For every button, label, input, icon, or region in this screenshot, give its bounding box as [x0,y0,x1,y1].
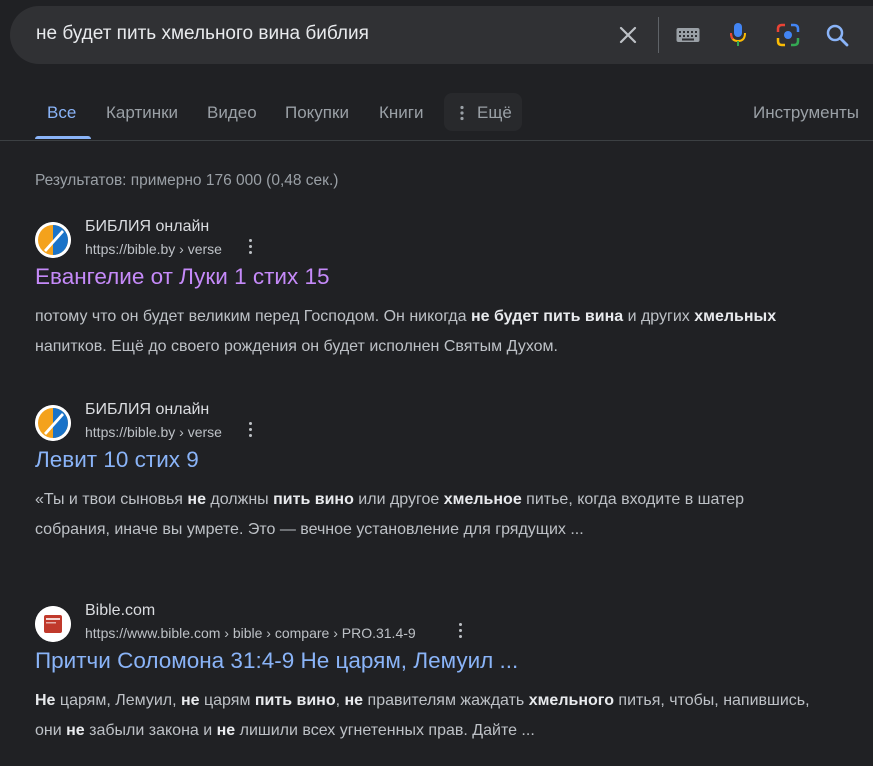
search-bar: не будет пить хмельного вина библия [10,6,873,64]
snippet-highlight: не [66,722,85,739]
search-tabs: Все Картинки Видео Покупки Книги Ещё Инс… [0,84,873,140]
result-title-link[interactable]: Левит 10 стих 9 [35,447,199,473]
tools-button[interactable]: Инструменты [753,103,859,123]
bible-by-favicon [35,222,71,258]
tab-shopping[interactable]: Покупки [285,103,349,123]
tab-images[interactable]: Картинки [106,103,178,123]
keyboard-icon[interactable] [676,23,700,47]
snippet-text: «Ты и твои сыновья [35,491,188,508]
snippet-highlight: не [344,692,364,709]
tab-all[interactable]: Все [47,103,76,123]
snippet-text: лишили всех угнетенных прав. Дайте ... [235,722,535,739]
bible-by-favicon [35,405,71,441]
google-lens-icon[interactable] [776,23,800,47]
snippet-highlight: хмельное [443,491,522,508]
snippet-text: , [335,692,345,709]
more-vert-icon[interactable] [457,623,463,643]
snippet-text: или другое [353,491,444,508]
result-snippet: «Ты и твои сыновья не должны пить вино и… [35,485,815,545]
snippet-highlight: не [180,692,200,709]
site-url[interactable]: https://www.bible.com › bible › compare … [85,625,416,641]
tab-more-button[interactable]: Ещё [444,93,522,131]
microphone-icon[interactable] [726,23,750,47]
snippet-highlight: не [187,491,206,508]
snippet-highlight: хмельного [528,692,614,709]
search-divider [658,17,659,53]
tab-books[interactable]: Книги [379,103,423,123]
search-input[interactable]: не будет пить хмельного вина библия [36,23,369,45]
snippet-text: правителям жаждать [363,692,529,709]
active-tab-indicator [35,136,91,139]
more-vert-icon [459,105,465,126]
site-name[interactable]: БИБЛИЯ онлайн [85,401,209,419]
tab-more-label: Ещё [477,103,512,122]
result-title-link[interactable]: Евангелие от Луки 1 стих 15 [35,264,330,290]
snippet-highlight: не [216,722,236,739]
snippet-highlight: хмельных [694,308,777,325]
clear-icon[interactable] [616,23,640,47]
more-vert-icon[interactable] [247,239,253,259]
snippet-text: потому что он будет великим перед Господ… [35,308,471,325]
search-icon[interactable] [825,23,849,47]
result-snippet: Не царям, Лемуил, не царям пить вино, не… [35,686,815,746]
snippet-text: напитков. Ещё до своего рождения он буде… [35,338,558,355]
snippet-highlight: пить вино [273,491,354,508]
bible-com-favicon [35,606,71,642]
result-snippet: потому что он будет великим перед Господ… [35,302,815,362]
snippet-highlight: Не [35,692,56,709]
site-name[interactable]: Bible.com [85,602,155,620]
snippet-highlight: не будет пить вина [470,308,624,325]
snippet-text: и других [623,308,695,325]
tab-videos[interactable]: Видео [207,103,257,123]
snippet-text: забыли закона и [84,722,217,739]
site-url[interactable]: https://bible.by › verse [85,424,222,440]
result-stats: Результатов: примерно 176 000 (0,48 сек.… [35,172,339,189]
snippet-text: царям, Лемуил, [55,692,181,709]
snippet-text: царям [199,692,255,709]
site-name[interactable]: БИБЛИЯ онлайн [85,218,209,236]
more-vert-icon[interactable] [247,422,253,442]
snippet-text: должны [205,491,274,508]
site-url[interactable]: https://bible.by › verse [85,241,222,257]
result-title-link[interactable]: Притчи Соломона 31:4-9 Не царям, Лемуил … [35,648,518,674]
snippet-highlight: пить вино [254,692,336,709]
tabs-divider [0,140,873,141]
